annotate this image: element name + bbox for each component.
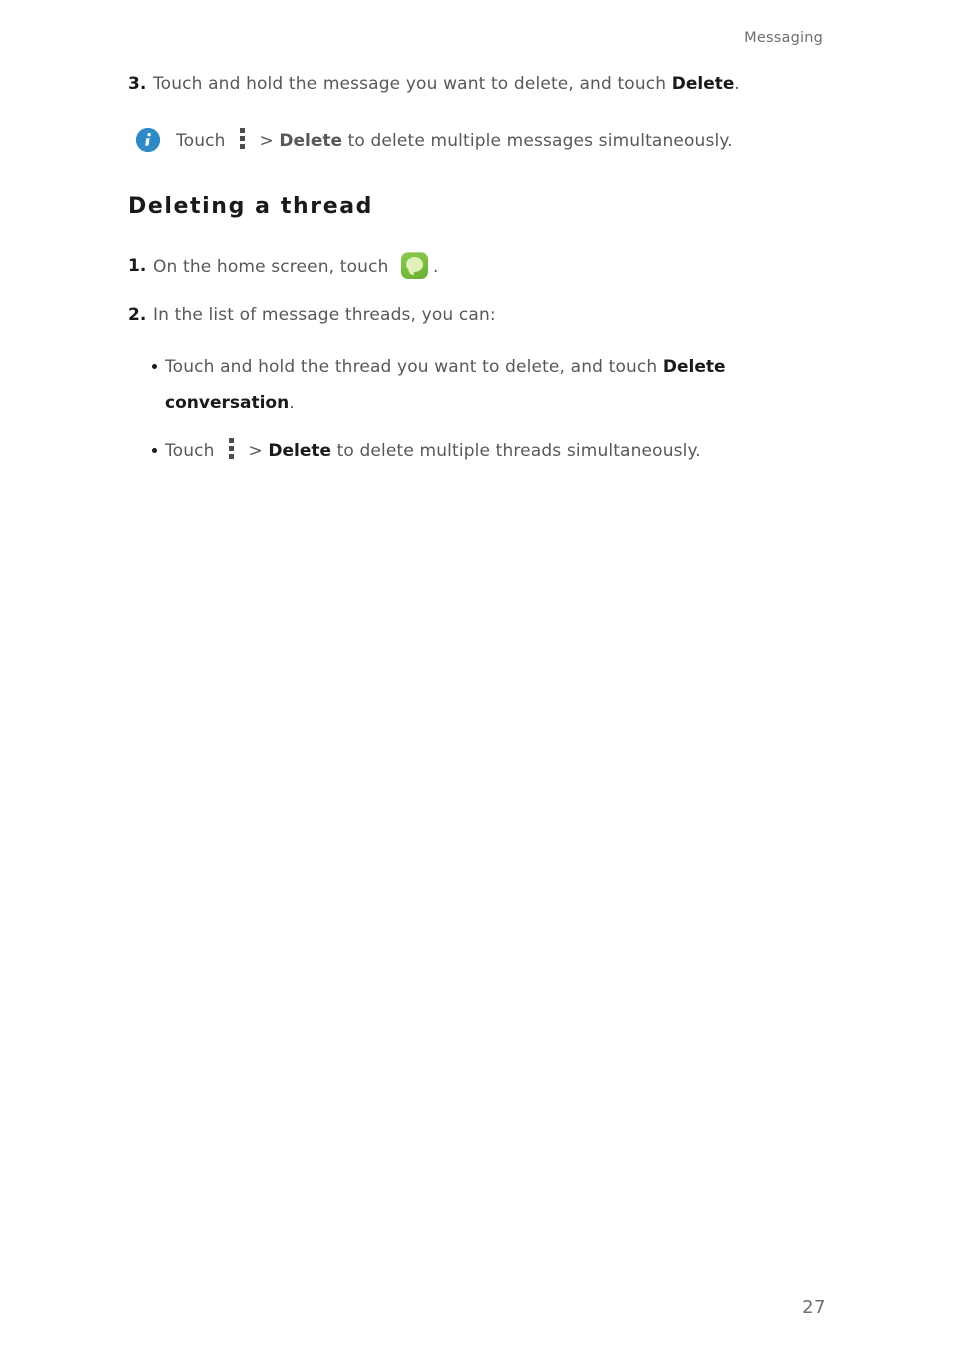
step-bold-delete: Delete	[671, 74, 735, 94]
bullet-separator: >	[248, 441, 263, 461]
overflow-menu-icon	[239, 128, 246, 150]
running-header: Messaging	[744, 30, 823, 46]
info-icon	[136, 128, 160, 152]
bullet-text-after: to delete multiple threads simultaneousl…	[331, 441, 701, 461]
list-item: Touch and hold the thread you want to de…	[128, 349, 788, 421]
step-text-after: .	[734, 74, 740, 94]
note-bold-delete: Delete	[279, 131, 343, 151]
bullet-text-before: Touch and hold the thread you want to de…	[165, 357, 663, 377]
section-heading: Deleting a thread	[128, 194, 374, 219]
note-separator: >	[259, 131, 274, 151]
step-text-after: .	[433, 257, 439, 277]
page-content: 3. Touch and hold the message you want t…	[128, 70, 788, 481]
bullet-list: Touch and hold the thread you want to de…	[128, 349, 788, 469]
step-number: 1.	[128, 256, 147, 276]
numbered-step-3: 3. Touch and hold the message you want t…	[128, 70, 788, 98]
overflow-menu-icon	[228, 438, 235, 460]
step-number: 3.	[128, 74, 147, 94]
info-note: Touch > Delete to delete multiple message…	[128, 126, 788, 156]
step-text-before: Touch and hold the message you want to d…	[153, 74, 672, 94]
bullet-text-before: Touch	[165, 441, 215, 461]
numbered-step-2: 2. In the list of message threads, you c…	[128, 301, 788, 329]
note-text-before: Touch	[176, 131, 226, 151]
bullet-text-after: .	[289, 393, 295, 413]
step-text-before: In the list of message threads, you can:	[153, 305, 496, 325]
note-text-after: to delete multiple messages simultaneous…	[342, 131, 733, 151]
numbered-step-1: 1. On the home screen, touch .	[128, 252, 788, 281]
page-number: 27	[802, 1297, 826, 1318]
step-text-before: On the home screen, touch	[153, 257, 395, 277]
step-number: 2.	[128, 305, 147, 325]
bullet-bold-delete: Delete	[268, 441, 332, 461]
list-item: Touch > Delete to delete multiple threads…	[128, 433, 788, 469]
messaging-app-icon	[401, 252, 429, 279]
document-page: Messaging 3. Touch and hold the message …	[0, 0, 954, 1354]
